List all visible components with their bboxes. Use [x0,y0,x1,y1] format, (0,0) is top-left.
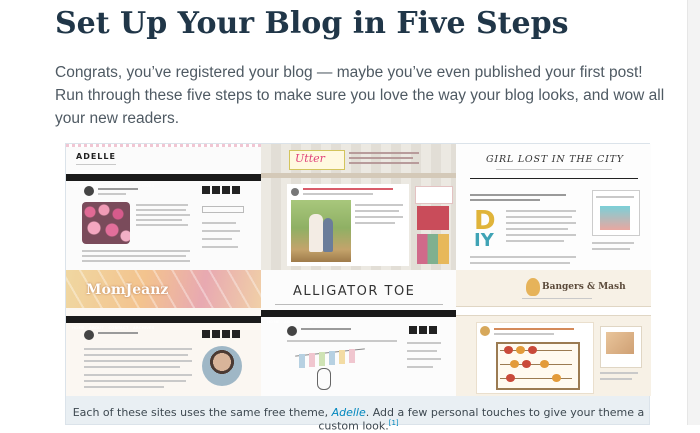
site-screenshot-adelle[interactable]: ADELLE HOME · ABOUT · CONTACT · ARCHIVES [66,144,261,270]
site-name-momjeanz: MomJeanz [86,282,169,298]
site-name-utter: Utter [295,152,325,165]
adelle-theme-link[interactable]: Adelle [332,406,366,419]
theme-screenshot-grid: ADELLE HOME · ABOUT · CONTACT · ARCHIVES [66,144,651,396]
site-screenshot-utter[interactable]: Utter [261,144,456,270]
site-screenshot-girl-lost-in-the-city[interactable]: GIRL LOST IN THE CITY D IY [456,144,651,270]
article-title: Set Up Your Blog in Five Steps [55,6,569,41]
site-name-adelle: ADELLE [76,152,116,161]
figure-caption: Each of these sites uses the same free t… [66,406,651,433]
site-name-alligator-toe: ALLIGATOR TOE [293,284,416,299]
article-intro: Congrats, you’ve registered your blog — … [55,64,665,127]
caption-text-after: . Add a few personal touches to give you… [318,406,645,433]
site-name-girl-lost: GIRL LOST IN THE CITY [486,154,624,165]
site-screenshot-momjeanz[interactable]: MomJeanz HOME · ABOUT · CONTACT · ARCHIV… [66,270,261,396]
site-screenshot-alligator-toe[interactable]: ALLIGATOR TOE HOME · ABOUT · CONTACT [261,270,456,396]
page-scrollbar[interactable] [687,0,700,425]
footnote-link[interactable]: [1] [389,419,399,427]
site-screenshot-bangers-and-mash[interactable]: Bangers & Mash [456,270,651,396]
article-page: Set Up Your Blog in Five Steps Congrats,… [0,0,700,433]
site-name-bangers-mash: Bangers & Mash [542,282,626,292]
theme-showcase-figure: ADELLE HOME · ABOUT · CONTACT · ARCHIVES [65,143,651,433]
caption-text-before: Each of these sites uses the same free t… [72,406,332,419]
